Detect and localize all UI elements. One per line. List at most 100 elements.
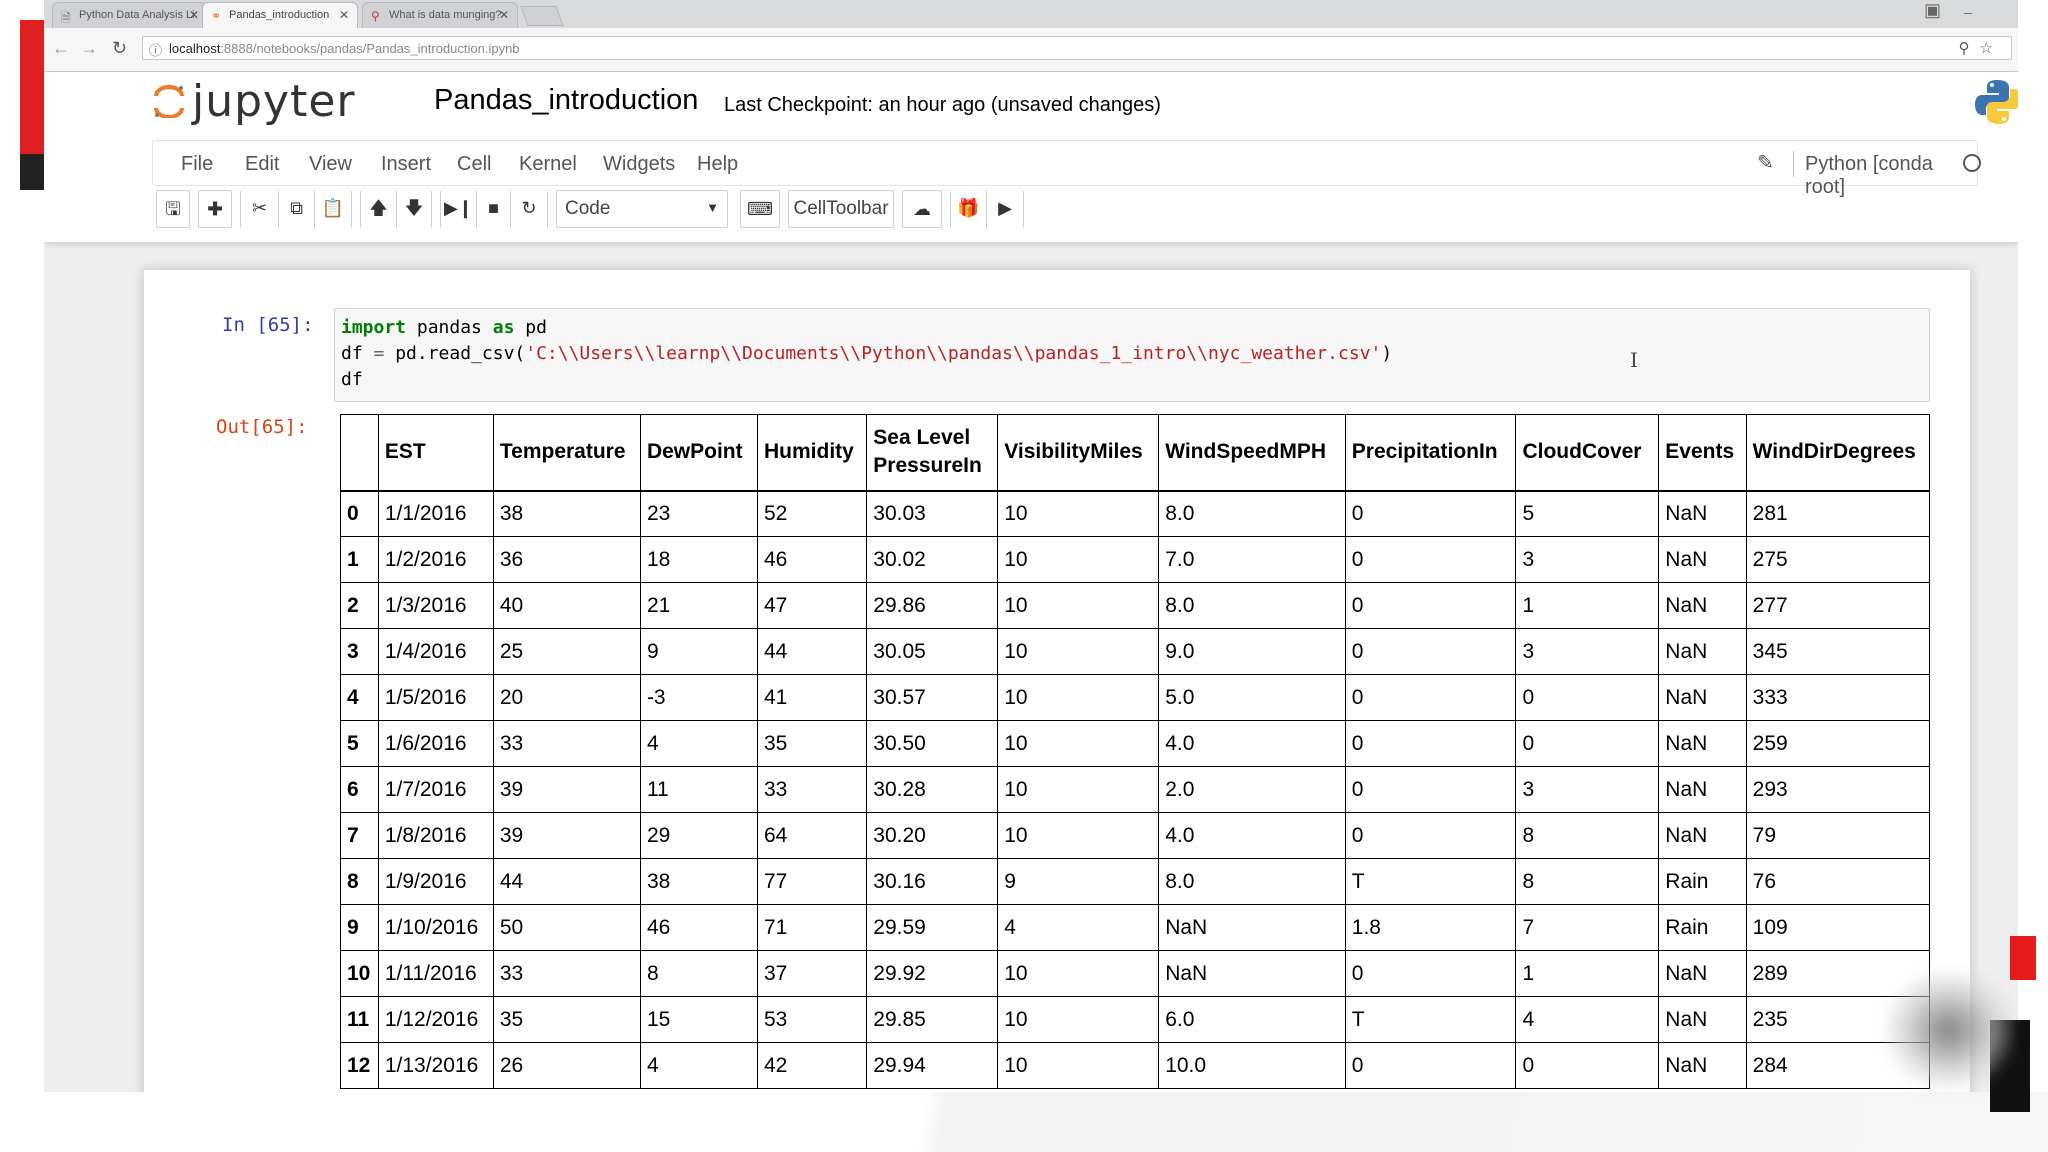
notebook-container: In [65]: import pandas as pd df = pd.rea… (144, 270, 1970, 1092)
jupyter-header: jupyter Pandas_introduction Last Checkpo… (44, 72, 2018, 242)
table-cell: 8 (639, 950, 759, 997)
table-cell: 10 (997, 950, 1160, 997)
table-cell: 40 (492, 582, 641, 629)
zoom-icon[interactable]: ⚲ (1959, 40, 1980, 57)
table-cell: 30.57 (866, 674, 999, 721)
table-cell: 42 (756, 1042, 868, 1089)
table-row: 11 1/12/2016 35 15 53 29.85 10 6.0 T 4 NaN 235 (340, 996, 1930, 1043)
table-cell: 345 (1745, 628, 1930, 675)
table-row: 4 1/5/2016 20 -3 41 30.57 10 5.0 0 0 NaN 333 (340, 674, 1930, 721)
table-cell: 29.86 (866, 582, 999, 629)
code-cell-editor[interactable]: import pandas as pd df = pd.read_csv('C:… (334, 308, 1930, 402)
table-cell: 52 (756, 490, 868, 537)
star-icon[interactable]: ☆ (1980, 40, 2003, 57)
tab-data-munging[interactable]: ⚲ What is data munging? ✕ (362, 2, 518, 28)
table-cell: 29.94 (866, 1042, 999, 1089)
column-header: CloudCover (1515, 414, 1660, 492)
table-cell: 0 (1344, 490, 1517, 537)
insert-cell-button[interactable]: ✚ (198, 190, 232, 228)
table-cell: 1/10/2016 (377, 904, 494, 951)
interrupt-button[interactable]: ■ (477, 190, 511, 228)
table-cell: 10 (997, 628, 1160, 675)
table-cell: 21 (639, 582, 759, 629)
forward-icon[interactable]: → (80, 38, 98, 59)
close-icon[interactable]: ✕ (339, 8, 349, 22)
table-cell: 29 (639, 812, 759, 859)
menu-edit[interactable]: Edit (245, 153, 279, 176)
table-cell: 39 (492, 812, 641, 859)
step-forward-icon: ▶❙ (444, 198, 473, 218)
move-up-button[interactable]: 🡅 (361, 190, 397, 228)
table-cell: 53 (756, 996, 868, 1043)
plus-icon: ✚ (207, 199, 223, 219)
menu-view[interactable]: View (309, 153, 352, 176)
table-cell: NaN (1158, 904, 1346, 951)
row-index: 5 (340, 720, 379, 767)
new-tab-button[interactable] (520, 6, 564, 26)
celltoolbar-button[interactable]: CellToolbar (788, 190, 894, 228)
table-cell: T (1344, 996, 1517, 1043)
tab-python-data-analysis[interactable]: 🗎 Python Data Analysis Li ✕ (52, 2, 208, 28)
run-button[interactable]: ▶❙ (441, 190, 477, 228)
table-cell: 5.0 (1158, 674, 1346, 721)
table-cell: 2.0 (1158, 766, 1346, 813)
menu-help[interactable]: Help (697, 153, 738, 176)
menu-cell[interactable]: Cell (457, 153, 491, 176)
profile-icon[interactable]: ▣ (1924, 0, 1941, 21)
tab-pandas-introduction[interactable]: ⚭ Pandas_introduction ✕ (202, 2, 358, 28)
slideshow-button[interactable]: 🎁 (951, 190, 987, 228)
video-button[interactable]: ▶ (987, 190, 1023, 228)
url-host: localhost (169, 41, 221, 56)
minimize-icon[interactable]: – (1964, 4, 1972, 20)
pencil-icon[interactable]: ✎ (1757, 150, 1774, 175)
command-palette-button[interactable]: ⌨ (740, 190, 780, 228)
table-cell: 10 (997, 766, 1160, 813)
cut-button[interactable]: ✂ (241, 190, 279, 228)
menu-widgets[interactable]: Widgets (603, 153, 675, 176)
table-row: 0 1/1/2016 38 23 52 30.03 10 8.0 0 5 NaN 281 (340, 490, 1930, 537)
table-cell: 10 (997, 582, 1160, 629)
column-header: Sea Level PressureIn (866, 414, 999, 492)
info-icon[interactable]: ⓘ (149, 40, 162, 59)
copy-button[interactable]: ⧉ (279, 190, 315, 228)
gift-icon: 🎁 (957, 198, 980, 218)
menu-kernel[interactable]: Kernel (519, 153, 577, 176)
restart-button[interactable]: ↻ (511, 190, 547, 228)
table-cell: 30.28 (866, 766, 999, 813)
paste-button[interactable]: 📋 (315, 190, 351, 228)
caret-down-icon: ▼ (706, 200, 719, 215)
dataframe-table: EST Temperature DewPoint Humidity Sea Le… (340, 414, 1930, 1089)
table-cell: 35 (756, 720, 868, 767)
table-cell: 37 (756, 950, 868, 997)
notebook-name[interactable]: Pandas_introduction (434, 84, 698, 117)
table-cell: 33 (492, 720, 641, 767)
table-cell: 0 (1344, 536, 1517, 583)
table-cell: 7 (1515, 904, 1660, 951)
reload-icon[interactable]: ↻ (112, 38, 127, 59)
address-bar[interactable]: ⓘ localhost:8888/notebooks/pandas/Pandas… (142, 36, 2012, 60)
table-cell: 10 (997, 720, 1160, 767)
move-down-button[interactable]: 🡇 (397, 190, 431, 228)
table-cell: 30.16 (866, 858, 999, 905)
row-index: 7 (340, 812, 379, 859)
tab-label: What is data munging? (389, 9, 502, 21)
table-cell: 11 (639, 766, 759, 813)
upload-button[interactable]: ☁ (902, 190, 942, 228)
cell-type-select[interactable]: Code ▼ (556, 190, 728, 228)
close-icon[interactable]: ✕ (189, 8, 199, 22)
table-cell: 259 (1745, 720, 1930, 767)
table-cell: Rain (1658, 858, 1747, 905)
back-icon[interactable]: ← (52, 38, 70, 59)
table-cell: 293 (1745, 766, 1930, 813)
close-icon[interactable]: ✕ (499, 8, 509, 22)
notebook-toolbar: 🖫 ✚ ✂ ⧉ 📋 🡅 🡇 ▶❙ ■ ↻ Code ▼ ⌨ CellToolba… (156, 190, 1976, 234)
table-cell: 77 (756, 858, 868, 905)
menu-insert[interactable]: Insert (381, 153, 431, 176)
column-header: WindSpeedMPH (1158, 414, 1346, 492)
save-button[interactable]: 🖫 (156, 190, 190, 228)
table-cell: 26 (492, 1042, 641, 1089)
tab-strip: 🗎 Python Data Analysis Li ✕ ⚭ Pandas_int… (44, 0, 2018, 28)
menu-file[interactable]: File (181, 153, 213, 176)
table-body: 0 1/1/2016 38 23 52 30.03 10 8.0 0 5 NaN 281 1 1/2/20… (340, 490, 1930, 1089)
kernel-idle-icon (1963, 154, 1981, 172)
